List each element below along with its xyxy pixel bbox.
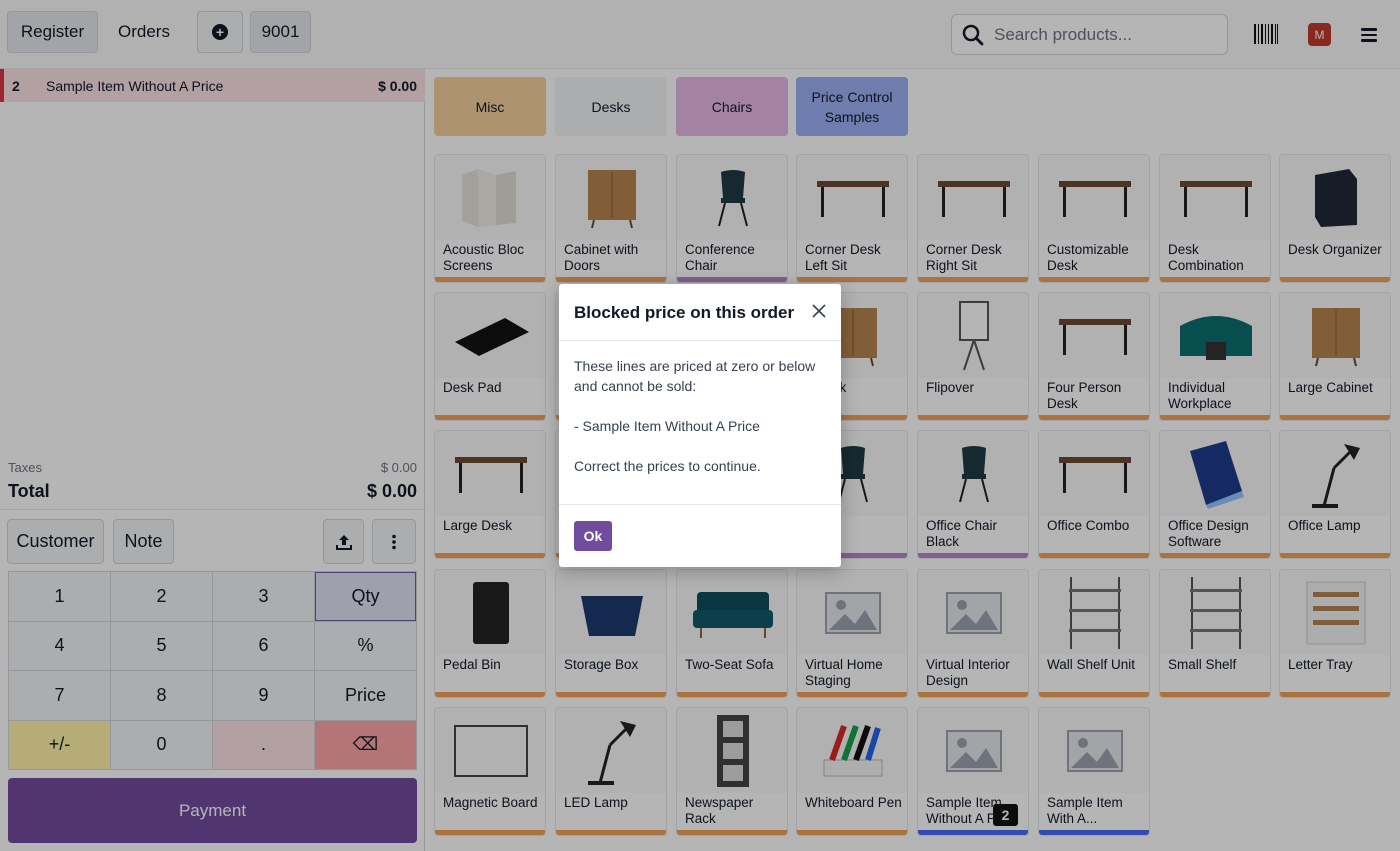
close-icon[interactable] bbox=[810, 302, 828, 320]
ok-button[interactable]: Ok bbox=[574, 521, 612, 551]
dialog-blocked-line: - Sample Item Without A Price bbox=[574, 418, 760, 434]
dialog-title: Blocked price on this order bbox=[574, 303, 795, 322]
dialog-divider bbox=[559, 340, 841, 341]
dialog-instruction: Correct the prices to continue. bbox=[574, 458, 761, 474]
dialog-message: These lines are priced at zero or below … bbox=[574, 358, 816, 394]
dialog-body: These lines are priced at zero or below … bbox=[574, 356, 830, 496]
dialog-footer-divider bbox=[559, 504, 841, 505]
blocked-price-dialog: Blocked price on this order These lines … bbox=[559, 284, 841, 567]
